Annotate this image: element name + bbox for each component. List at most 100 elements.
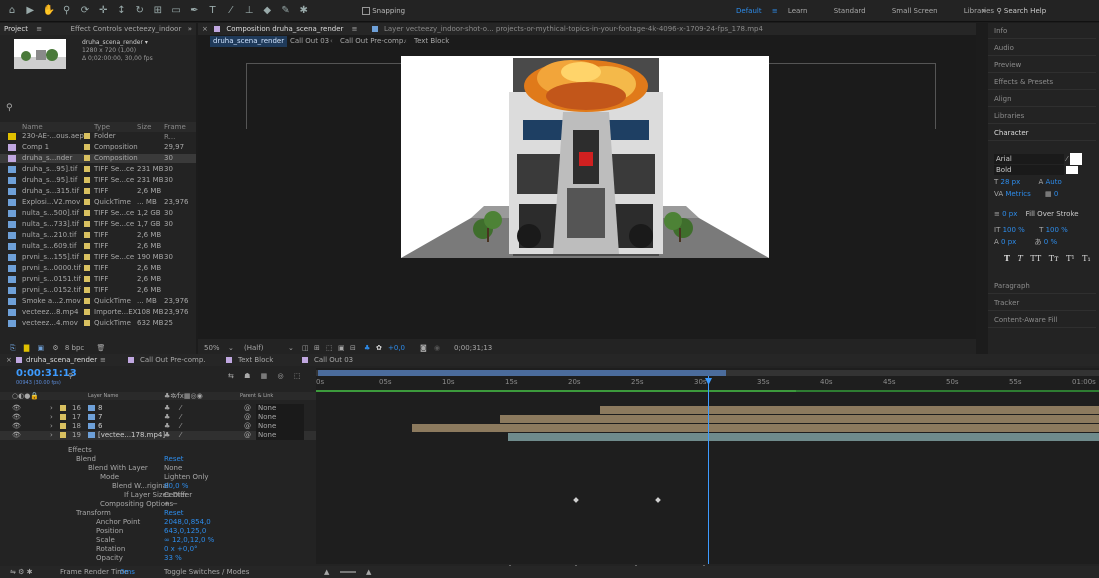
label-color-swatch[interactable] bbox=[60, 414, 66, 420]
eraser-tool-icon[interactable]: ◆ bbox=[261, 5, 273, 17]
layer-bar-18[interactable] bbox=[412, 424, 1099, 432]
layer-row[interactable]: 👁 › 19 [vectee...178.mp4] ♣ ⁄ @ None bbox=[0, 431, 316, 440]
blend-effect-value[interactable]: Reset bbox=[164, 455, 184, 464]
layer-name[interactable]: 8 bbox=[98, 404, 102, 413]
label-color-swatch[interactable] bbox=[84, 309, 90, 315]
frame-blending-icon[interactable]: ▦ bbox=[261, 372, 268, 380]
panel-content-aware[interactable]: Content-Aware Fill bbox=[988, 312, 1096, 328]
expand-chevron-icon[interactable]: › bbox=[50, 413, 53, 422]
label-color-swatch[interactable] bbox=[84, 210, 90, 216]
tab-layer[interactable]: Layer vecteezy_indoor-shot-o... projects… bbox=[384, 25, 763, 33]
project-item[interactable]: druha_s...nder Composition 30 bbox=[0, 154, 196, 163]
font-family-dropdown[interactable]: Arial bbox=[994, 154, 1064, 164]
label-color-swatch[interactable] bbox=[60, 432, 66, 438]
layer-name[interactable]: 7 bbox=[98, 413, 102, 422]
project-item[interactable]: nulta_s...609.tif TIFF 2,6 MB bbox=[0, 242, 196, 251]
motion-blur-icon[interactable]: ◎ bbox=[277, 372, 283, 380]
project-item[interactable]: prvni_s...0152.tif TIFF 2,6 MB bbox=[0, 286, 196, 295]
layer-bar-16[interactable] bbox=[600, 406, 1099, 414]
footer-icons[interactable]: ⇋ ⚙ ✱ bbox=[10, 566, 32, 578]
toggle-switches-modes[interactable]: Toggle Switches / Modes bbox=[164, 566, 249, 578]
pickwhip-icon[interactable]: @ bbox=[244, 413, 251, 422]
rotation-tool-icon[interactable]: ↻ bbox=[134, 5, 146, 17]
snapping-toggle[interactable]: Snapping bbox=[362, 6, 405, 16]
close-icon[interactable]: × bbox=[6, 354, 12, 366]
fill-color-swatch[interactable] bbox=[1069, 153, 1082, 165]
blend-with-layer[interactable]: Blend With Layer None bbox=[0, 464, 316, 473]
layer-row[interactable]: 👁 › 17 7 ♣ ⁄ @ None bbox=[0, 413, 316, 422]
workspace-standard[interactable]: Standard bbox=[834, 7, 866, 15]
scale-property-value[interactable]: ∞ 12,0,12,0 % bbox=[164, 536, 214, 545]
label-color-swatch[interactable] bbox=[84, 166, 90, 172]
opacity-property[interactable]: Opacity 33 % bbox=[0, 554, 316, 563]
position-property[interactable]: Position 643,0,125,0 bbox=[0, 527, 316, 536]
bpc-label[interactable]: 8 bpc bbox=[65, 344, 84, 352]
pickwhip-icon[interactable]: @ bbox=[244, 422, 251, 431]
workspace-learn[interactable]: Learn bbox=[788, 7, 808, 15]
stroke-width-value[interactable]: 0 px bbox=[1002, 210, 1017, 218]
label-color-swatch[interactable] bbox=[84, 320, 90, 326]
comp-mini-flowchart-icon[interactable]: ⇆ bbox=[228, 372, 234, 380]
project-item[interactable]: prvni_s...0000.tif TIFF 2,6 MB bbox=[0, 264, 196, 273]
project-item[interactable]: nulta_s...733].tif TIFF Se...ce 1,7 GB 30 bbox=[0, 220, 196, 229]
label-color-swatch[interactable] bbox=[84, 298, 90, 304]
if-layer-sizes-differ-value[interactable]: Center bbox=[164, 491, 188, 500]
puppet-tool-icon[interactable]: ✱ bbox=[298, 5, 310, 17]
project-item[interactable]: vecteez...8.mp4 Importe...EX 108 MB 23,976 bbox=[0, 308, 196, 317]
parent-dropdown[interactable]: None bbox=[256, 431, 304, 440]
leading-value[interactable]: Auto bbox=[1046, 178, 1062, 186]
position-property-value[interactable]: 643,0,125,0 bbox=[164, 527, 206, 536]
blend-effect[interactable]: Blend Reset bbox=[0, 455, 316, 464]
workspace-menu-icon[interactable]: ≡ bbox=[772, 7, 778, 15]
eyedropper-icon[interactable]: ⁄ bbox=[1066, 155, 1067, 163]
label-color-swatch[interactable] bbox=[60, 405, 66, 411]
opacity-property-value[interactable]: 33 % bbox=[164, 554, 182, 563]
horizontal-scale-value[interactable]: 100 % bbox=[1046, 226, 1068, 234]
project-item[interactable]: druha_s...315.tif TIFF 2,6 MB bbox=[0, 187, 196, 196]
label-color-swatch[interactable] bbox=[84, 177, 90, 183]
superscript-icon[interactable]: T¹ bbox=[1066, 254, 1075, 263]
workspace-small-screen[interactable]: Small Screen bbox=[892, 7, 938, 15]
label-color-swatch[interactable] bbox=[84, 265, 90, 271]
project-item[interactable]: prvni_s...0151.tif TIFF 2,6 MB bbox=[0, 275, 196, 284]
close-icon[interactable]: × bbox=[202, 25, 208, 33]
breadcrumb-item-2[interactable]: Call Out Pre-comp. bbox=[340, 36, 405, 47]
compositing-options-value[interactable]: + − bbox=[164, 500, 178, 509]
quality-switch-icon[interactable]: ⁄ bbox=[180, 422, 181, 431]
project-item[interactable]: druha_s...95].tif TIFF Se...ce 231 MB 30 bbox=[0, 176, 196, 185]
eye-icon[interactable]: 👁 bbox=[12, 413, 21, 422]
panel-paragraph[interactable]: Paragraph bbox=[988, 278, 1096, 294]
project-item[interactable]: vecteez...4.mov QuickTime 632 MB 25 bbox=[0, 319, 196, 328]
label-color-swatch[interactable] bbox=[84, 144, 90, 150]
hamburger-icon[interactable]: ≡ bbox=[36, 25, 42, 33]
mode-property[interactable]: Mode Lighten Only bbox=[0, 473, 316, 482]
shy-switch-icon[interactable]: ♣ bbox=[164, 413, 170, 422]
panel-audio[interactable]: Audio bbox=[988, 40, 1096, 56]
eye-icon[interactable]: 👁 bbox=[12, 422, 21, 431]
orbit-tool-icon[interactable]: ⟳ bbox=[79, 5, 91, 17]
zoom-tool-icon[interactable]: ⚲ bbox=[61, 5, 73, 17]
quality-switch-icon[interactable]: ⁄ bbox=[180, 413, 181, 422]
hand-tool-icon[interactable]: ✋ bbox=[42, 5, 54, 17]
tab-timeline-2[interactable]: Text Block bbox=[238, 354, 273, 366]
faux-italic-icon[interactable]: T bbox=[1018, 254, 1023, 263]
all-caps-icon[interactable]: TT bbox=[1030, 254, 1041, 263]
panel-align[interactable]: Align bbox=[988, 91, 1096, 107]
trash-icon[interactable]: 🗑 bbox=[97, 344, 106, 352]
expand-chevron-icon[interactable]: › bbox=[50, 431, 53, 440]
parent-dropdown[interactable]: None bbox=[256, 404, 304, 413]
label-color-swatch[interactable] bbox=[84, 276, 90, 282]
tab-project[interactable]: Project bbox=[4, 25, 28, 33]
subscript-icon[interactable]: T₁ bbox=[1082, 254, 1091, 263]
baseline-value[interactable]: 0 px bbox=[1001, 238, 1016, 246]
tab-effect-controls[interactable]: Effect Controls vecteezy_indoor bbox=[71, 25, 182, 33]
blend-original-property[interactable]: Blend W...riginal 80,0 % bbox=[0, 482, 316, 491]
tab-composition[interactable]: Composition druha_scena_render bbox=[226, 25, 343, 33]
project-item[interactable]: prvni_s...155].tif TIFF Se...ce 190 MB 30 bbox=[0, 253, 196, 262]
expand-chevron-icon[interactable]: › bbox=[50, 404, 53, 413]
label-color-swatch[interactable] bbox=[84, 243, 90, 249]
breadcrumb-item-3[interactable]: Text Block bbox=[414, 36, 449, 47]
layer-name[interactable]: [vectee...178.mp4] bbox=[98, 431, 165, 440]
project-item[interactable]: Explosi...V2.mov QuickTime ... MB 23,976 bbox=[0, 198, 196, 207]
tracking-value[interactable]: 0 bbox=[1054, 190, 1058, 198]
